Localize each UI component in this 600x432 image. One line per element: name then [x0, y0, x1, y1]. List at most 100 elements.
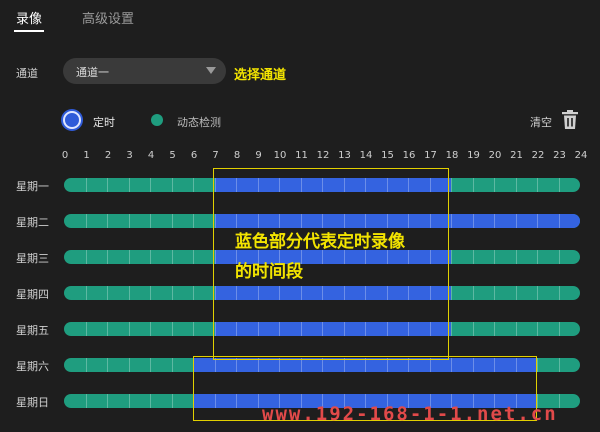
- hour-divider: [85, 214, 87, 228]
- hour-label: 6: [190, 150, 198, 161]
- hour-divider: [408, 178, 409, 192]
- hour-divider: [472, 178, 474, 192]
- hour-divider: [558, 214, 560, 228]
- hour-divider: [193, 250, 194, 264]
- hour-divider: [494, 214, 495, 228]
- trash-icon[interactable]: [561, 110, 579, 130]
- hour-divider: [128, 394, 130, 408]
- hour-divider: [408, 250, 409, 264]
- hour-divider: [107, 394, 108, 408]
- hour-divider: [537, 322, 538, 336]
- schedule-track[interactable]: [64, 214, 580, 228]
- hour-divider: [537, 214, 538, 228]
- tab-recording[interactable]: 录像: [16, 8, 42, 27]
- timed-segment[interactable]: [214, 286, 451, 300]
- hour-divider: [322, 214, 323, 228]
- hour-divider: [128, 214, 130, 228]
- hour-divider: [386, 358, 388, 372]
- hour-divider: [257, 286, 259, 300]
- tab-advanced-settings[interactable]: 高级设置: [82, 8, 134, 27]
- hour-divider: [537, 178, 538, 192]
- hour-label: 0: [61, 150, 69, 161]
- hour-divider: [150, 358, 151, 372]
- hour-divider: [343, 322, 345, 336]
- hour-divider: [279, 322, 280, 336]
- hour-label: 17: [424, 150, 437, 161]
- channel-annotation: 选择通道: [234, 68, 287, 83]
- hour-divider: [193, 214, 194, 228]
- hour-divider: [236, 322, 237, 336]
- hour-divider: [257, 358, 259, 372]
- hour-divider: [236, 214, 237, 228]
- schedule-track[interactable]: [64, 286, 580, 300]
- schedule-track[interactable]: [64, 322, 580, 336]
- hour-divider: [279, 286, 280, 300]
- hour-divider: [386, 286, 388, 300]
- hour-divider: [558, 358, 560, 372]
- hour-divider: [171, 394, 173, 408]
- hour-divider: [451, 250, 452, 264]
- hour-label: 7: [212, 150, 219, 161]
- hour-divider: [429, 178, 431, 192]
- hour-divider: [343, 178, 345, 192]
- clear-label[interactable]: 清空: [530, 114, 552, 130]
- day-label: 星期二: [16, 216, 49, 229]
- hour-divider: [322, 178, 323, 192]
- hour-divider: [429, 358, 431, 372]
- hour-divider: [214, 322, 216, 336]
- hour-label: 3: [126, 150, 133, 161]
- hour-divider: [558, 286, 560, 300]
- hour-divider: [472, 286, 474, 300]
- hour-divider: [214, 394, 216, 408]
- hour-label: 2: [104, 150, 112, 161]
- channel-select[interactable]: 通道一: [63, 58, 226, 84]
- active-tab-indicator: [14, 30, 44, 32]
- hour-label: 10: [273, 150, 287, 161]
- hour-divider: [257, 322, 259, 336]
- chevron-down-icon: [206, 67, 216, 74]
- timed-segment[interactable]: [214, 178, 451, 192]
- hour-divider: [128, 250, 130, 264]
- hour-divider: [150, 178, 151, 192]
- hour-label: 1: [83, 150, 90, 161]
- hour-divider: [214, 178, 216, 192]
- hour-divider: [128, 286, 130, 300]
- overlay-annotation-line2: 的时间段: [235, 262, 303, 282]
- hour-divider: [365, 322, 366, 336]
- schedule-track[interactable]: [64, 178, 580, 192]
- channel-label: 通道: [16, 67, 38, 80]
- timed-segment[interactable]: [214, 322, 451, 336]
- hour-divider: [236, 286, 237, 300]
- hour-divider: [128, 178, 130, 192]
- hour-divider: [236, 394, 237, 408]
- hour-divider: [107, 286, 108, 300]
- hour-divider: [494, 322, 495, 336]
- hour-divider: [322, 286, 323, 300]
- timed-segment[interactable]: [214, 214, 580, 228]
- hour-divider: [171, 214, 173, 228]
- hour-divider: [85, 358, 87, 372]
- hour-divider: [236, 178, 237, 192]
- hour-divider: [193, 322, 194, 336]
- channel-select-value: 通道一: [76, 66, 109, 79]
- hour-divider: [171, 250, 173, 264]
- hour-divider: [429, 250, 431, 264]
- hour-divider: [558, 322, 560, 336]
- hour-divider: [85, 286, 87, 300]
- schedule-track[interactable]: [64, 358, 580, 372]
- hour-label: 8: [233, 150, 241, 161]
- timed-radio[interactable]: [63, 111, 81, 129]
- motion-detect-label: 动态检测: [177, 116, 221, 129]
- hour-divider: [171, 358, 173, 372]
- hour-divider: [128, 322, 130, 336]
- hour-label: 24: [574, 150, 588, 161]
- hour-divider: [451, 322, 452, 336]
- hour-divider: [300, 358, 302, 372]
- hour-divider: [558, 250, 560, 264]
- hour-divider: [451, 286, 452, 300]
- motion-detect-radio[interactable]: [151, 114, 163, 126]
- hour-divider: [429, 322, 431, 336]
- day-label: 星期四: [16, 288, 49, 301]
- hour-divider: [494, 250, 495, 264]
- hour-divider: [214, 286, 216, 300]
